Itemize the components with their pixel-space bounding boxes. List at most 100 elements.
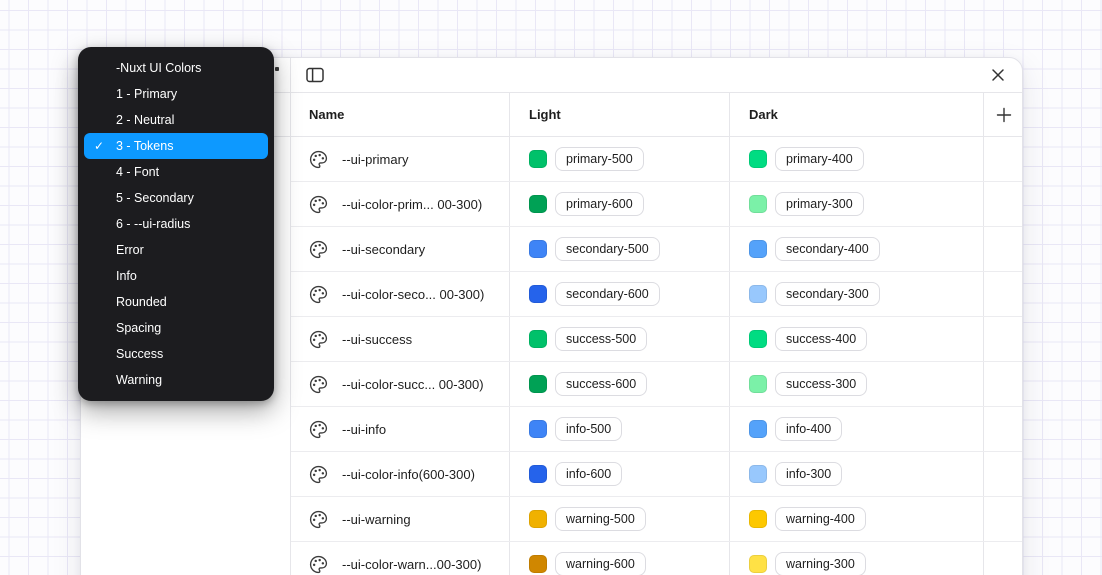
add-mode-button[interactable]: [983, 93, 1024, 136]
column-header-name: Name: [290, 93, 509, 136]
light-color-swatch: [529, 195, 547, 213]
light-value-label: success-600: [566, 377, 636, 391]
light-value-cell: info-600: [509, 452, 729, 496]
variable-name-cell[interactable]: --ui-color-prim... 00-300): [290, 182, 509, 226]
row-actions-cell: [983, 542, 1024, 575]
light-color-swatch: [529, 150, 547, 168]
row-actions-cell: [983, 497, 1024, 541]
menu-item[interactable]: Rounded: [84, 289, 268, 315]
menu-item[interactable]: 1 - Primary: [84, 81, 268, 107]
light-value-chip[interactable]: warning-600: [555, 552, 646, 575]
row-actions-cell: [983, 317, 1024, 361]
check-icon: ✓: [94, 133, 104, 159]
palette-icon: [309, 240, 328, 259]
light-value-cell: info-500: [509, 407, 729, 451]
light-value-chip[interactable]: success-500: [555, 327, 647, 351]
variable-name-cell[interactable]: --ui-info: [290, 407, 509, 451]
dark-color-swatch: [749, 420, 767, 438]
row-actions-cell: [983, 452, 1024, 496]
dark-value-chip[interactable]: info-400: [775, 417, 842, 441]
variable-name-cell[interactable]: --ui-primary: [290, 137, 509, 181]
dark-value-chip[interactable]: primary-400: [775, 147, 864, 171]
table-row: --ui-secondary secondary-500 secondary-4…: [290, 227, 1022, 272]
menu-item[interactable]: 2 - Neutral: [84, 107, 268, 133]
variable-name-cell[interactable]: --ui-success: [290, 317, 509, 361]
light-color-swatch: [529, 240, 547, 258]
table-row: --ui-primary primary-500 primary-400: [290, 137, 1022, 182]
table-row: --ui-success success-500 success-400: [290, 317, 1022, 362]
variable-name-cell[interactable]: --ui-color-warn...00-300): [290, 542, 509, 575]
light-color-swatch: [529, 330, 547, 348]
dark-value-chip[interactable]: success-300: [775, 372, 867, 396]
menu-item[interactable]: 5 - Secondary: [84, 185, 268, 211]
light-value-label: success-500: [566, 332, 636, 346]
variable-name-cell[interactable]: --ui-color-succ... 00-300): [290, 362, 509, 406]
variable-name: --ui-color-prim... 00-300): [342, 197, 482, 212]
variable-name-cell[interactable]: --ui-color-info(600-300): [290, 452, 509, 496]
menu-item[interactable]: 4 - Font: [84, 159, 268, 185]
palette-icon: [309, 465, 328, 484]
menu-item-label: 4 - Font: [116, 165, 159, 179]
dark-color-swatch: [749, 195, 767, 213]
light-value-chip[interactable]: secondary-600: [555, 282, 660, 306]
dark-value-cell: secondary-300: [729, 272, 983, 316]
dark-value-label: info-300: [786, 467, 831, 481]
menu-item-label: Warning: [116, 373, 162, 387]
variable-name-cell[interactable]: --ui-color-seco... 00-300): [290, 272, 509, 316]
sidebar-divider: [290, 58, 291, 575]
light-value-chip[interactable]: success-600: [555, 372, 647, 396]
dark-value-cell: success-400: [729, 317, 983, 361]
close-icon: [991, 68, 1005, 82]
menu-item[interactable]: Error: [84, 237, 268, 263]
variable-name-cell[interactable]: --ui-warning: [290, 497, 509, 541]
light-value-label: warning-600: [566, 557, 635, 571]
dark-value-label: secondary-300: [786, 287, 869, 301]
light-value-chip[interactable]: primary-500: [555, 147, 644, 171]
light-color-swatch: [529, 285, 547, 303]
light-value-chip[interactable]: info-500: [555, 417, 622, 441]
dark-value-chip[interactable]: secondary-300: [775, 282, 880, 306]
variable-name-cell[interactable]: --ui-secondary: [290, 227, 509, 271]
light-value-chip[interactable]: info-600: [555, 462, 622, 486]
light-value-cell: secondary-600: [509, 272, 729, 316]
menu-item[interactable]: ✓ 3 - Tokens: [84, 133, 268, 159]
menu-item-label: Success: [116, 347, 163, 361]
light-value-chip[interactable]: warning-500: [555, 507, 646, 531]
menu-item[interactable]: Warning: [84, 367, 268, 393]
dark-value-label: success-400: [786, 332, 856, 346]
sidebar-toggle-button[interactable]: [303, 63, 327, 87]
dark-value-chip[interactable]: info-300: [775, 462, 842, 486]
light-value-label: info-600: [566, 467, 611, 481]
row-actions-cell: [983, 362, 1024, 406]
row-actions-cell: [983, 407, 1024, 451]
menu-item-label: Spacing: [116, 321, 161, 335]
menu-item[interactable]: Info: [84, 263, 268, 289]
light-color-swatch: [529, 420, 547, 438]
light-value-chip[interactable]: primary-600: [555, 192, 644, 216]
dark-value-chip[interactable]: secondary-400: [775, 237, 880, 261]
row-actions-cell: [983, 272, 1024, 316]
dark-value-label: warning-300: [786, 557, 855, 571]
dark-value-chip[interactable]: primary-300: [775, 192, 864, 216]
row-actions-cell: [983, 182, 1024, 226]
close-panel-button[interactable]: [986, 63, 1010, 87]
light-value-chip[interactable]: secondary-500: [555, 237, 660, 261]
menu-item[interactable]: -Nuxt UI Colors: [84, 55, 268, 81]
menu-item[interactable]: Spacing: [84, 315, 268, 341]
menu-item[interactable]: 6 - --ui-radius: [84, 211, 268, 237]
dark-value-chip[interactable]: warning-300: [775, 552, 866, 575]
dark-value-chip[interactable]: warning-400: [775, 507, 866, 531]
dark-value-chip[interactable]: success-400: [775, 327, 867, 351]
row-actions-cell: [983, 227, 1024, 271]
variable-name: --ui-warning: [342, 512, 411, 527]
palette-icon: [309, 510, 328, 529]
palette-icon: [309, 555, 328, 574]
variable-name: --ui-info: [342, 422, 386, 437]
menu-item[interactable]: Success: [84, 341, 268, 367]
light-color-swatch: [529, 465, 547, 483]
light-color-swatch: [529, 375, 547, 393]
dark-color-swatch: [749, 285, 767, 303]
menu-item-label: Info: [116, 269, 137, 283]
menu-item-label: Rounded: [116, 295, 167, 309]
dark-value-cell: warning-400: [729, 497, 983, 541]
